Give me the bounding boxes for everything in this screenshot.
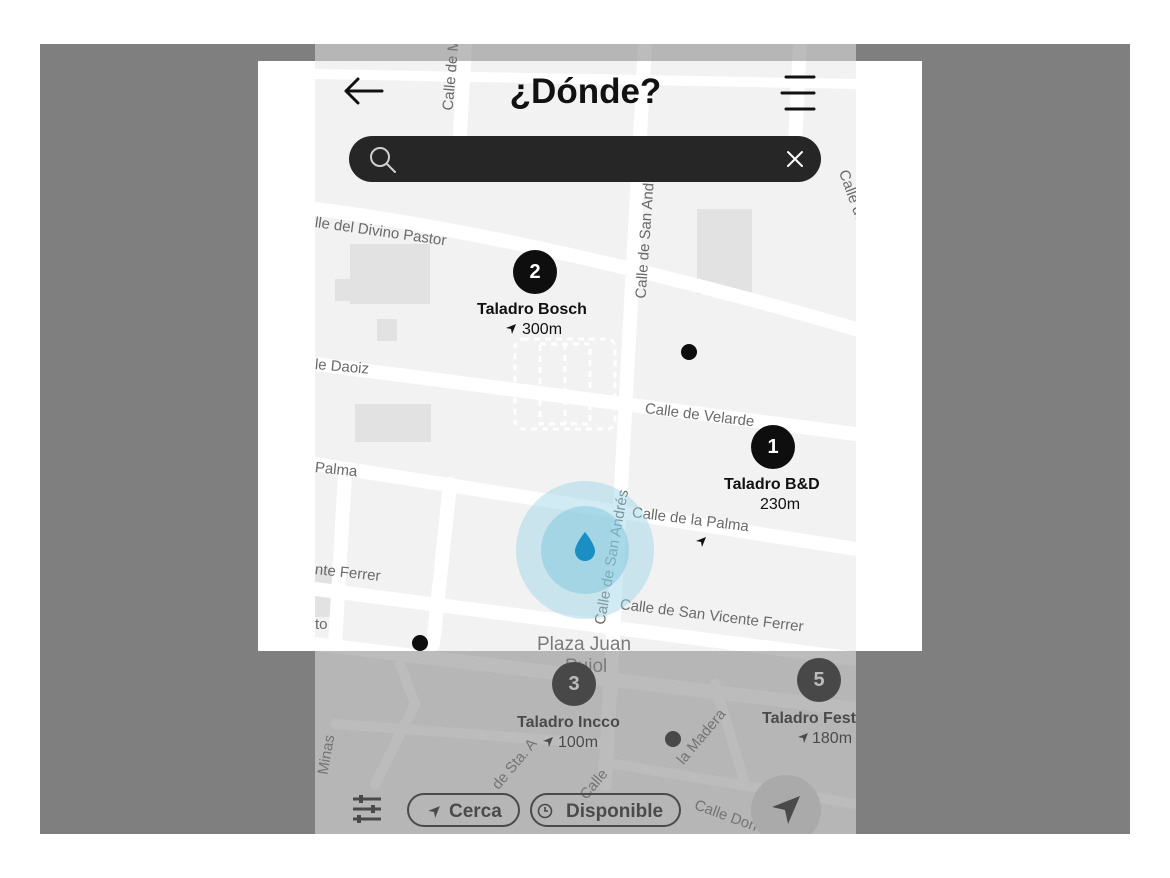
page-title: ¿Dónde? bbox=[509, 72, 662, 111]
water-drop-icon[interactable] bbox=[573, 530, 597, 562]
marker-name[interactable]: Taladro B&D bbox=[724, 476, 820, 494]
marker-badge[interactable]: 1 bbox=[751, 425, 795, 469]
sliders-icon bbox=[353, 795, 381, 823]
navigation-arrow-icon bbox=[772, 796, 800, 824]
navigate-button[interactable] bbox=[751, 775, 821, 834]
marker-distance: 300m bbox=[522, 321, 563, 338]
marker-badge[interactable]: 2 bbox=[513, 250, 557, 294]
map-point[interactable] bbox=[412, 635, 428, 651]
search-input[interactable] bbox=[409, 144, 773, 176]
location-arrow-icon bbox=[798, 733, 808, 743]
bottom-toolbar: Cerca Disponible bbox=[315, 775, 856, 834]
marker-badge[interactable]: 3 bbox=[552, 662, 596, 706]
clock-icon bbox=[537, 803, 553, 819]
map-point[interactable] bbox=[681, 344, 697, 360]
marker-distance: 180m bbox=[812, 730, 853, 747]
highlight-card: Calle de Mo lle del Divino Pastor Calle … bbox=[258, 61, 922, 651]
search-bar[interactable] bbox=[349, 136, 821, 182]
marker-name[interactable]: Taladro Bosch bbox=[477, 301, 587, 319]
plaza-label: Plaza Juan bbox=[537, 634, 632, 651]
filter-nearby-label: Cerca bbox=[449, 801, 502, 822]
filter-available-label: Disponible bbox=[566, 801, 664, 822]
filter-available-button[interactable]: Disponible bbox=[530, 793, 681, 827]
location-arrow-icon bbox=[428, 806, 440, 818]
filter-button[interactable] bbox=[351, 794, 383, 824]
location-arrow-icon bbox=[696, 537, 706, 547]
location-arrow-icon bbox=[506, 324, 516, 334]
marker-distance: 100m bbox=[558, 734, 599, 751]
map-screen-highlight: Calle de Mo lle del Divino Pastor Calle … bbox=[315, 61, 856, 651]
map-point[interactable] bbox=[665, 731, 681, 747]
menu-button[interactable] bbox=[780, 74, 816, 112]
marker-name[interactable]: Taladro Fest bbox=[762, 710, 856, 728]
filter-nearby-button[interactable]: Cerca bbox=[407, 793, 520, 827]
marker-distance: 230m bbox=[760, 496, 801, 513]
menu-icon bbox=[780, 75, 816, 111]
close-icon[interactable] bbox=[785, 149, 805, 169]
street-label: to bbox=[315, 616, 328, 633]
marker-badge[interactable]: 5 bbox=[797, 658, 841, 702]
location-arrow-icon bbox=[543, 737, 553, 747]
search-icon bbox=[370, 147, 396, 173]
marker-name[interactable]: Taladro Incco bbox=[517, 714, 620, 732]
